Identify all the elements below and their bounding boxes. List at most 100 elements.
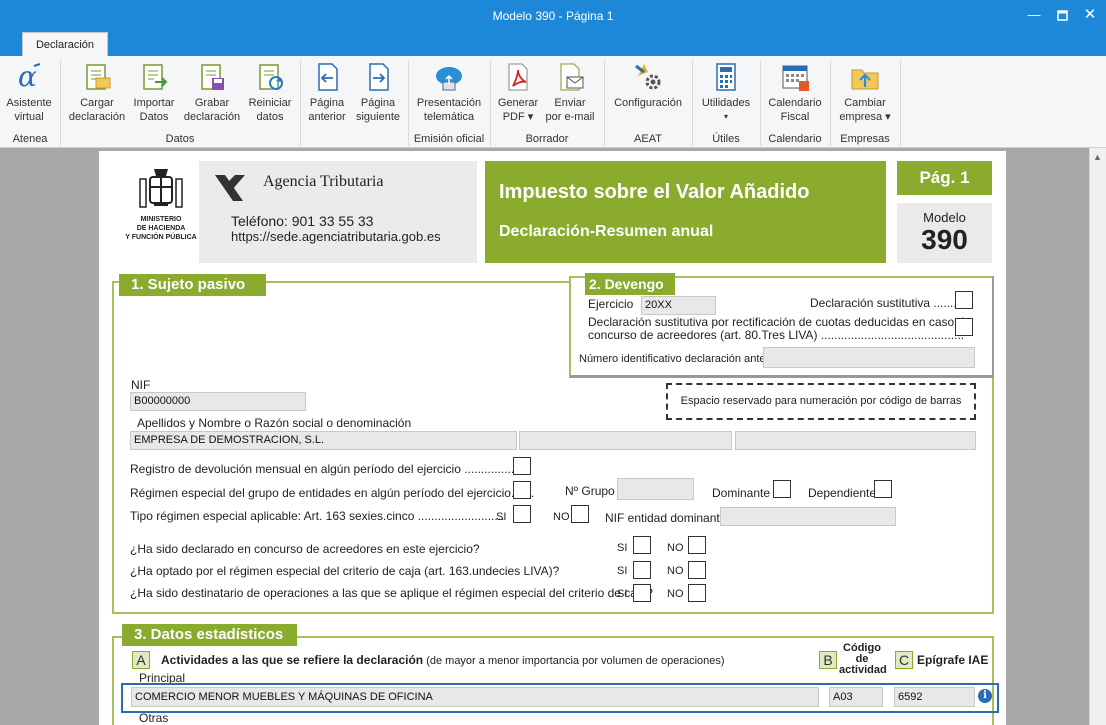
group-label-datos: Datos <box>165 133 195 145</box>
vertical-scrollbar[interactable]: ▲ <box>1089 148 1106 725</box>
alpha-icon: α <box>14 60 44 93</box>
save-document-icon <box>197 62 227 92</box>
sustitutiva-checkbox[interactable] <box>955 291 973 309</box>
asistente-label: Asistente <box>6 97 52 109</box>
tipo-regimen-si-checkbox[interactable] <box>513 505 531 523</box>
importar-datos-button[interactable]: Importar Datos <box>128 62 180 124</box>
importar-label-2: Datos <box>139 111 169 123</box>
ejercicio-label: Ejercicio <box>588 297 634 311</box>
reiniciar-label-2: datos <box>256 111 284 123</box>
impuesto-title: Impuesto sobre el Valor Añadido <box>499 181 810 203</box>
import-icon <box>139 62 169 92</box>
destinatario-si-label: SI <box>617 588 628 600</box>
tab-bar <box>0 32 1106 56</box>
group-label-emision: Emisión oficial <box>413 133 485 145</box>
pagina-anterior-button[interactable]: Página anterior <box>304 62 350 124</box>
nif-field[interactable]: B00000000 <box>130 392 306 411</box>
calendario-fiscal-button[interactable]: Calendario Fiscal <box>764 62 826 124</box>
registro-devolucion-label: Registro de devolución mensual en algún … <box>130 462 525 476</box>
registro-devolucion-checkbox[interactable] <box>513 457 531 475</box>
box-a: A <box>132 651 150 669</box>
website: https://sede.agenciatributaria.gob.es <box>231 229 441 244</box>
generar-pdf-button[interactable]: Generar PDF ▾ <box>494 62 542 124</box>
close-icon[interactable]: ✕ <box>1080 6 1100 26</box>
rectificacion-checkbox[interactable] <box>955 318 973 336</box>
criterio-caja-no-checkbox[interactable] <box>688 561 706 579</box>
pagina-siguiente-label-2: siguiente <box>355 111 401 123</box>
nif-dominante-field[interactable] <box>720 507 896 526</box>
box-b: B <box>819 651 837 669</box>
dominante-checkbox[interactable] <box>773 480 791 498</box>
box-c: C <box>895 651 913 669</box>
page-number: Pág. 1 <box>897 161 992 195</box>
criterio-caja-si-label: SI <box>617 565 628 577</box>
dominante-label: Dominante <box>712 486 771 500</box>
tipo-regimen-si-label: SI <box>496 511 507 523</box>
agencia-logo-icon <box>215 175 245 201</box>
presentacion-telematica-button[interactable]: Presentación telemática <box>412 62 486 124</box>
criterio-caja-si-checkbox[interactable] <box>633 561 651 579</box>
group-label-atenea: Atenea <box>12 133 48 145</box>
generar-label-2: PDF ▾ <box>502 111 534 123</box>
tipo-regimen-no-checkbox[interactable] <box>571 505 589 523</box>
folder-upload-icon <box>850 62 880 92</box>
cargar-declaracion-button[interactable]: Cargar declaración <box>66 62 128 124</box>
group-label-utiles: Útiles <box>712 133 740 145</box>
grabar-declaracion-button[interactable]: Grabar declaración <box>182 62 242 124</box>
load-document-icon <box>82 62 112 92</box>
refresh-document-icon <box>255 62 285 92</box>
title-bar: Modelo 390 - Página 1 — ✕ <box>0 0 1106 32</box>
numero-anterior-field[interactable] <box>763 347 975 368</box>
scroll-up-icon[interactable]: ▲ <box>1093 152 1102 162</box>
minimize-icon[interactable]: — <box>1024 6 1044 26</box>
codigo-label-3: actividad <box>839 664 887 676</box>
maximize-icon[interactable] <box>1053 6 1073 26</box>
utilidades-button[interactable]: Utilidades ▾ <box>696 62 756 124</box>
ministerio-logo: MINISTERIO DE HACIENDA Y FUNCIÓN PÚBLICA <box>121 167 201 257</box>
concurso-no-checkbox[interactable] <box>688 536 706 554</box>
cloud-upload-icon <box>434 62 464 92</box>
calculator-icon <box>711 62 741 92</box>
cambiar-empresa-button[interactable]: Cambiar empresa ▾ <box>834 62 896 124</box>
concurso-si-checkbox[interactable] <box>633 536 651 554</box>
tab-declaracion[interactable]: Declaración <box>22 32 108 57</box>
reiniciar-datos-button[interactable]: Reiniciar datos <box>244 62 296 124</box>
grabar-label-2: declaración <box>183 111 241 123</box>
ejercicio-field[interactable]: 20XX <box>641 296 716 315</box>
nombre-field-3[interactable] <box>735 431 976 450</box>
nombre-field-2[interactable] <box>519 431 732 450</box>
enviar-email-button[interactable]: Enviar por e-mail <box>542 62 598 124</box>
agencia-name: Agencia Tributaria <box>263 173 384 190</box>
configuracion-button[interactable]: Configuración <box>608 62 688 110</box>
enviar-label: Enviar <box>554 97 586 109</box>
numero-grupo-field[interactable] <box>617 478 694 500</box>
reiniciar-label: Reiniciar <box>248 97 292 109</box>
coat-of-arms-icon <box>139 169 183 208</box>
virtual-label: virtual <box>14 111 44 123</box>
asistente-virtual-button[interactable]: α Asistente virtual <box>2 60 56 124</box>
pagina-siguiente-button[interactable]: Página siguiente <box>352 62 404 124</box>
separator <box>900 60 901 146</box>
destinatario-si-checkbox[interactable] <box>633 584 651 602</box>
dependiente-checkbox[interactable] <box>874 480 892 498</box>
form-page: MINISTERIO DE HACIENDA Y FUNCIÓN PÚBLICA… <box>99 151 1006 725</box>
info-icon[interactable]: i <box>978 689 992 703</box>
codigo-actividad-field[interactable]: A03 <box>829 687 883 707</box>
cambiar-label: Cambiar <box>844 97 886 109</box>
actividades-title: Actividades a las que se refiere la decl… <box>161 653 424 667</box>
calendario-label-2: Fiscal <box>780 111 810 123</box>
tipo-regimen-no-label: NO <box>553 511 570 523</box>
destinatario-no-checkbox[interactable] <box>688 584 706 602</box>
agencia-box: Agencia Tributaria Teléfono: 901 33 55 3… <box>199 161 477 263</box>
impuesto-subtitle: Declaración-Resumen anual <box>499 223 714 240</box>
calendario-label: Calendario <box>768 97 822 109</box>
nombre-field-1[interactable]: EMPRESA DE DEMOSTRACION, S.L. <box>130 431 517 450</box>
generar-label: Generar <box>497 97 539 109</box>
otras-label: Otras <box>139 711 169 725</box>
epigrafe-iae-field[interactable]: 6592 <box>894 687 975 707</box>
regimen-grupo-checkbox[interactable] <box>513 481 531 499</box>
enviar-label-2: por e-mail <box>545 111 595 123</box>
arrow-left-page-icon <box>312 62 342 92</box>
actividad-principal-field[interactable]: COMERCIO MENOR MUEBLES Y MÁQUINAS DE OFI… <box>131 687 819 707</box>
pagina-anterior-label-2: anterior <box>308 111 346 123</box>
